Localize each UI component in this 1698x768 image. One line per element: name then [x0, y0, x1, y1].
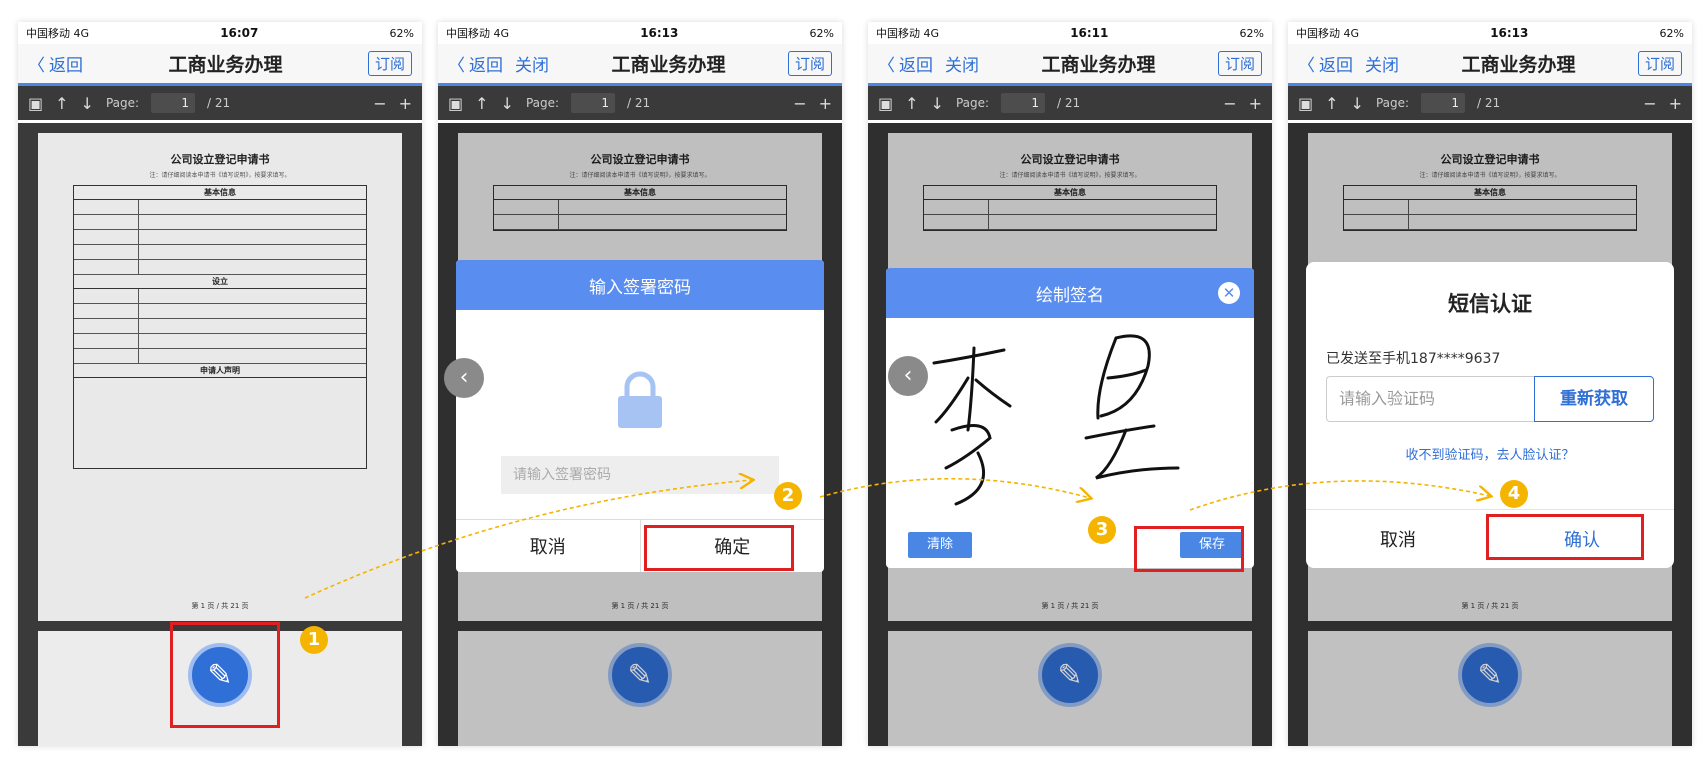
flow-arrow-2-3 — [819, 477, 1090, 498]
flow-arrow-1-2 — [304, 480, 752, 599]
flow-arrow-3-4 — [1189, 480, 1490, 511]
flow-arrows — [304, 0, 1698, 599]
